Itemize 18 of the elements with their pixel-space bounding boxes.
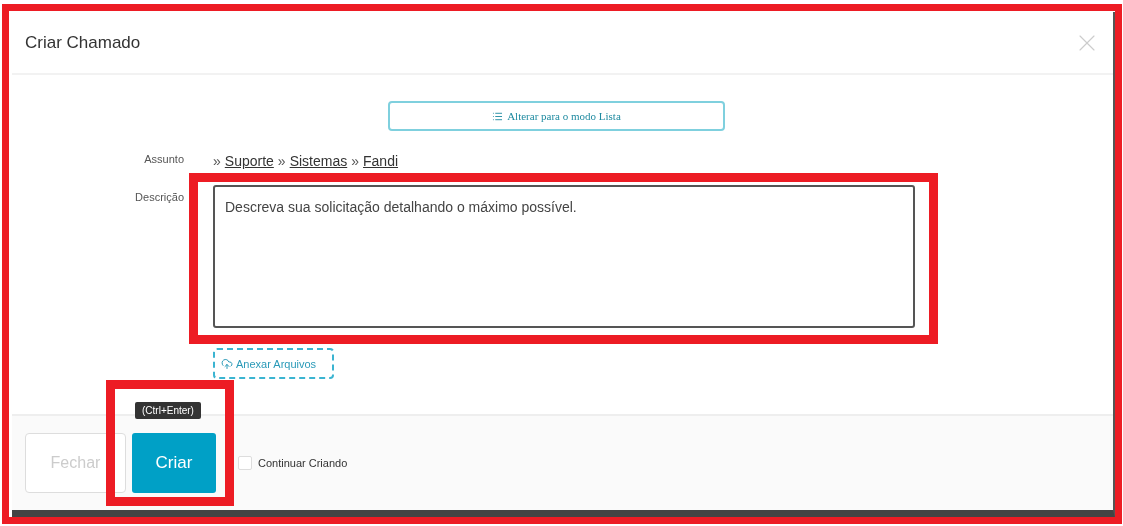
continue-label: Continuar Criando — [258, 457, 348, 469]
dialog-title: Criar Chamado — [25, 32, 141, 53]
description-label: Descrição — [134, 190, 184, 205]
create-button[interactable]: Criar — [132, 433, 216, 493]
list-icon — [492, 110, 504, 122]
continue-checkbox[interactable] — [238, 456, 252, 470]
breadcrumb-link[interactable]: Sistemas — [289, 153, 348, 169]
breadcrumb-link[interactable]: Fandi — [363, 153, 399, 169]
attach-files-button[interactable]: Anexar Arquivos — [213, 348, 334, 379]
subject-label: Assunto — [143, 153, 184, 167]
breadcrumb-link[interactable]: Suporte — [224, 153, 274, 169]
breadcrumb-separator: » — [213, 153, 221, 169]
breadcrumb-separator: » — [277, 153, 286, 169]
list-mode-button[interactable]: Alterar para o modo Lista — [388, 101, 725, 131]
description-field[interactable]: Descreva sua solicitação detalhando o máximo possível. — [213, 185, 915, 328]
cloud-upload-icon — [221, 357, 233, 370]
breadcrumb-separator: » — [351, 153, 359, 169]
shortcut-tooltip: (Ctrl+Enter) — [135, 402, 201, 419]
